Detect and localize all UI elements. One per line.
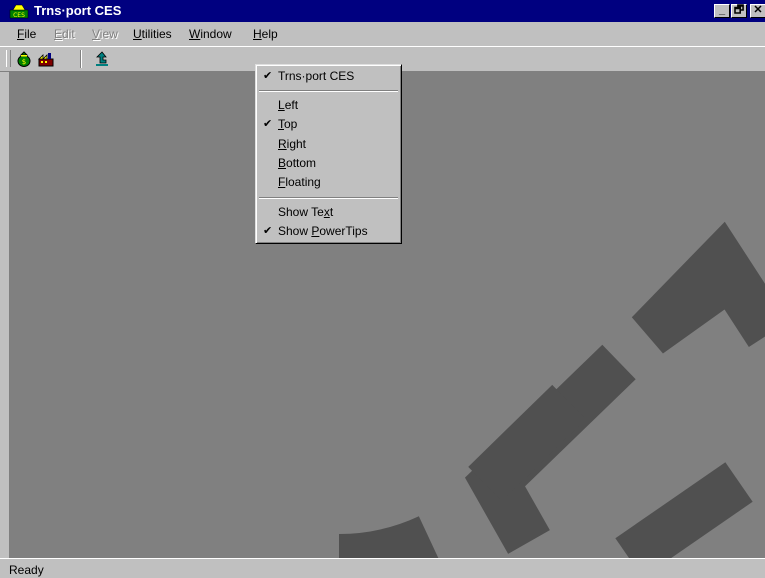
toolbar-separator bbox=[80, 50, 82, 68]
status-bar: Ready bbox=[0, 558, 765, 578]
check-icon: ✔ bbox=[263, 118, 273, 130]
ces-app-icon[interactable]: CES bbox=[9, 3, 29, 19]
title-bar[interactable]: CES Trns·port CES _ 🗗 ✕ bbox=[0, 0, 765, 22]
toolbar-context-menu: ✔ Trns·port CES Left ✔ Top Right Bottom … bbox=[255, 64, 402, 244]
status-text: Ready bbox=[9, 563, 44, 577]
minimize-button[interactable]: _ bbox=[714, 4, 730, 18]
check-icon: ✔ bbox=[263, 225, 273, 237]
money-bag-icon[interactable]: $ bbox=[15, 50, 33, 68]
menu-utilities[interactable]: Utilities bbox=[133, 27, 172, 41]
menu-item-top[interactable]: ✔ Top bbox=[256, 115, 401, 134]
svg-text:CES: CES bbox=[13, 12, 25, 19]
menu-item-show-powertips[interactable]: ✔ Show PowerTips bbox=[256, 222, 401, 241]
window-title: Trns·port CES bbox=[34, 3, 122, 18]
menu-edit[interactable]: Edit bbox=[54, 27, 75, 41]
menu-item-show-text[interactable]: Show Text bbox=[256, 203, 401, 222]
menu-item-left[interactable]: Left bbox=[256, 96, 401, 115]
menu-separator bbox=[259, 90, 398, 92]
check-icon: ✔ bbox=[263, 70, 273, 82]
close-button[interactable]: ✕ bbox=[750, 4, 765, 18]
menu-window[interactable]: Window bbox=[189, 27, 232, 41]
factory-icon[interactable] bbox=[37, 50, 55, 68]
application-window: CES Trns·port CES _ 🗗 ✕ File Edit View U… bbox=[0, 0, 765, 578]
menu-item-trnsport-ces[interactable]: ✔ Trns·port CES bbox=[256, 67, 401, 86]
menu-file[interactable]: File bbox=[17, 27, 36, 41]
toolbar-grip[interactable] bbox=[6, 50, 11, 67]
restore-button[interactable]: 🗗 bbox=[731, 4, 747, 18]
menu-bar: File Edit View Utilities Window Help bbox=[0, 22, 765, 46]
menu-help[interactable]: Help bbox=[253, 27, 278, 41]
svg-text:$: $ bbox=[22, 58, 26, 66]
menu-separator bbox=[259, 197, 398, 199]
menu-item-right[interactable]: Right bbox=[256, 135, 401, 154]
exit-arrow-icon[interactable] bbox=[93, 50, 111, 68]
menu-item-bottom[interactable]: Bottom bbox=[256, 154, 401, 173]
menu-item-floating[interactable]: Floating bbox=[256, 173, 401, 192]
menu-view[interactable]: View bbox=[92, 27, 118, 41]
